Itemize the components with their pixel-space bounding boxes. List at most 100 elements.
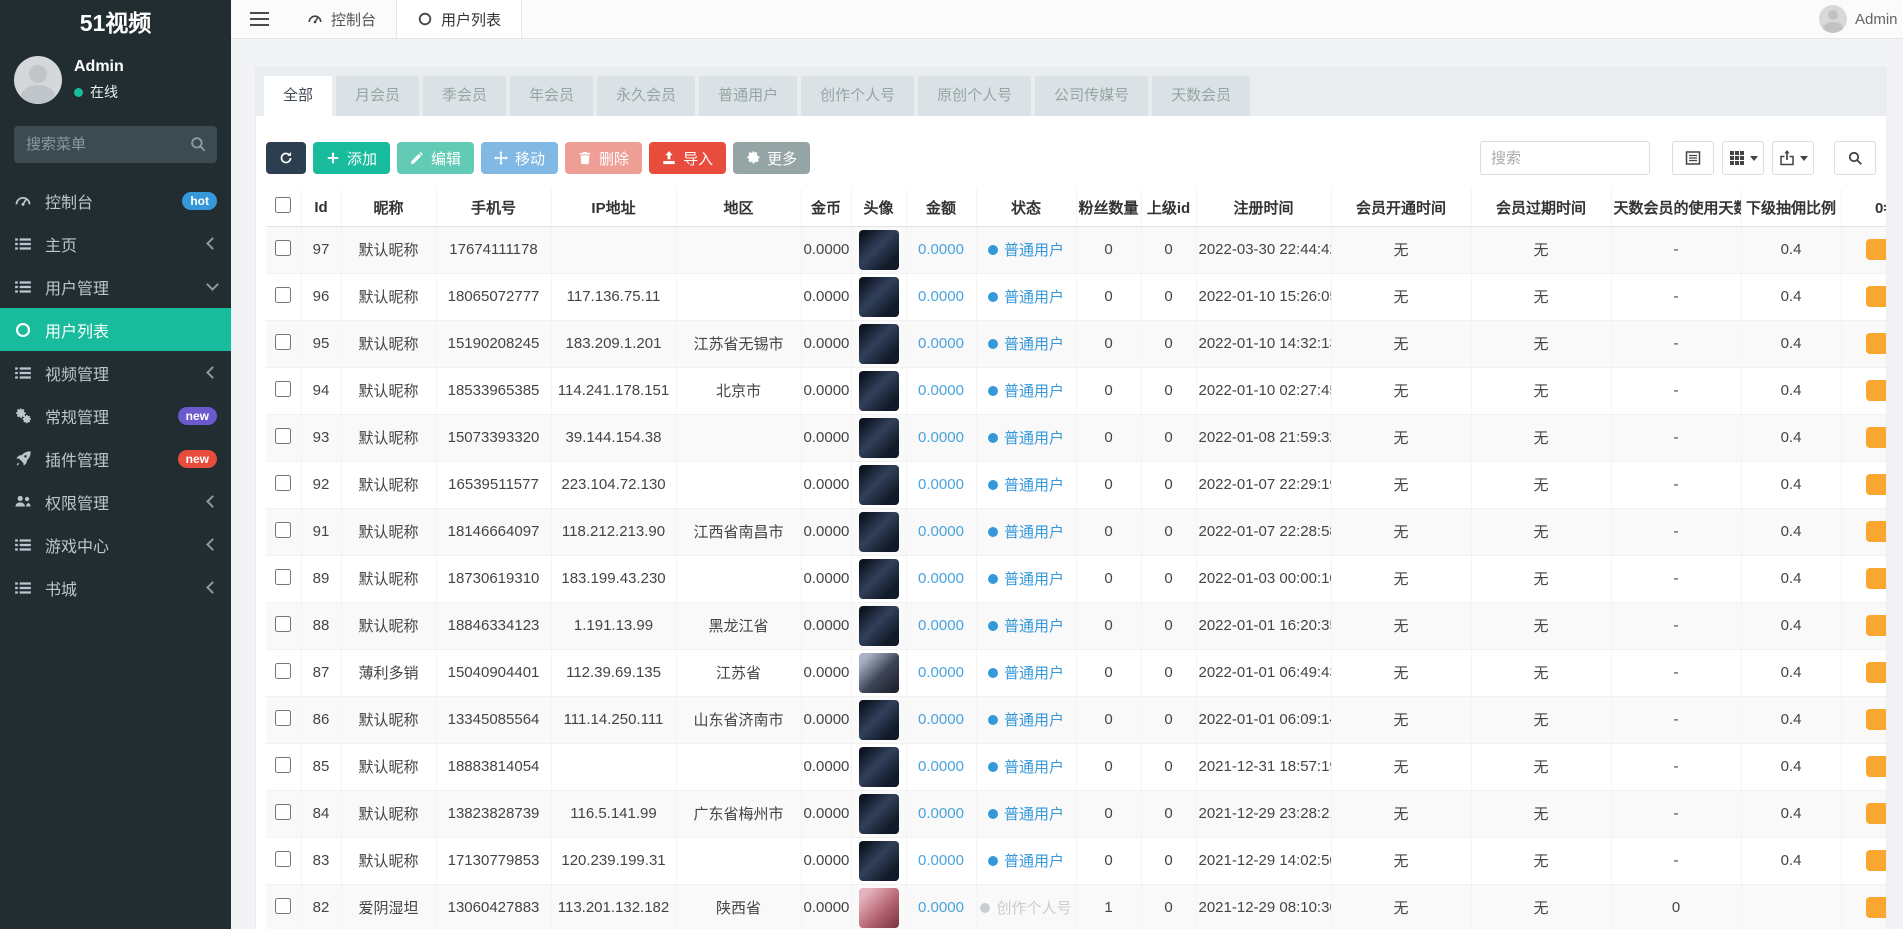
row-avatar[interactable] <box>859 653 899 693</box>
row-avatar[interactable] <box>859 559 899 599</box>
truncated-badge[interactable] <box>1866 521 1887 542</box>
column-header[interactable]: 0=停 <box>1841 189 1886 226</box>
edit-button[interactable]: 编辑 <box>397 142 474 174</box>
import-button[interactable]: 导入 <box>649 142 726 174</box>
row-checkbox[interactable] <box>275 287 291 303</box>
column-header[interactable]: 地区 <box>676 189 801 226</box>
amount-link[interactable]: 0.0000 <box>918 241 964 258</box>
sidebar-item-8[interactable]: 权限管理 <box>0 480 231 523</box>
column-header[interactable]: Id <box>301 189 341 226</box>
more-button[interactable]: 更多 <box>733 142 810 174</box>
truncated-badge[interactable] <box>1866 474 1887 495</box>
truncated-badge[interactable] <box>1866 615 1887 636</box>
truncated-badge[interactable] <box>1866 709 1887 730</box>
detail-view-button[interactable] <box>1672 141 1714 175</box>
amount-link[interactable]: 0.0000 <box>918 335 964 352</box>
sidebar-item-9[interactable]: 游戏中心 <box>0 523 231 566</box>
user-avatar[interactable] <box>14 56 62 104</box>
column-header[interactable]: 金额 <box>906 189 976 226</box>
truncated-badge[interactable] <box>1866 380 1887 401</box>
row-avatar[interactable] <box>859 841 899 881</box>
row-checkbox[interactable] <box>275 334 291 350</box>
row-checkbox[interactable] <box>275 898 291 914</box>
sidebar-search-input[interactable] <box>14 126 217 163</box>
sidebar-item-10[interactable]: 书城 <box>0 566 231 609</box>
amount-link[interactable]: 0.0000 <box>918 288 964 305</box>
filter-tab-6[interactable]: 普通用户 <box>699 76 797 116</box>
row-avatar[interactable] <box>859 700 899 740</box>
column-header[interactable]: 会员开通时间 <box>1331 189 1471 226</box>
row-checkbox[interactable] <box>275 381 291 397</box>
column-header[interactable]: 上级id <box>1141 189 1196 226</box>
table-search-input[interactable] <box>1480 141 1650 175</box>
filter-tab-9[interactable]: 公司传媒号 <box>1035 76 1148 116</box>
row-checkbox[interactable] <box>275 240 291 256</box>
search-toggle-button[interactable] <box>1834 141 1876 175</box>
truncated-badge[interactable] <box>1866 286 1887 307</box>
amount-link[interactable]: 0.0000 <box>918 523 964 540</box>
row-avatar[interactable] <box>859 277 899 317</box>
amount-link[interactable]: 0.0000 <box>918 570 964 587</box>
column-header[interactable]: 注册时间 <box>1196 189 1331 226</box>
filter-tab-7[interactable]: 创作个人号 <box>801 76 914 116</box>
column-header[interactable]: 金币 <box>801 189 851 226</box>
column-header[interactable]: 头像 <box>851 189 906 226</box>
delete-button[interactable]: 删除 <box>565 142 642 174</box>
row-avatar[interactable] <box>859 512 899 552</box>
column-header[interactable]: 下级抽佣比例 <box>1741 189 1841 226</box>
row-checkbox[interactable] <box>275 475 291 491</box>
row-avatar[interactable] <box>859 465 899 505</box>
hamburger-menu-icon[interactable] <box>231 0 287 38</box>
topbar-tab-dashboard[interactable]: 控制台 <box>287 0 396 38</box>
column-header[interactable]: 昵称 <box>341 189 436 226</box>
amount-link[interactable]: 0.0000 <box>918 758 964 775</box>
column-header[interactable]: 天数会员的使用天数 <box>1611 189 1741 226</box>
filter-tab-3[interactable]: 季会员 <box>423 76 506 116</box>
row-checkbox[interactable] <box>275 569 291 585</box>
filter-tab-2[interactable]: 月会员 <box>336 76 419 116</box>
sidebar-item-7[interactable]: 插件管理new <box>0 437 231 480</box>
column-header[interactable]: 手机号 <box>436 189 551 226</box>
refresh-button[interactable] <box>266 142 306 174</box>
truncated-badge[interactable] <box>1866 850 1887 871</box>
amount-link[interactable]: 0.0000 <box>918 805 964 822</box>
truncated-badge[interactable] <box>1866 756 1887 777</box>
truncated-badge[interactable] <box>1866 897 1887 918</box>
truncated-badge[interactable] <box>1866 803 1887 824</box>
amount-link[interactable]: 0.0000 <box>918 382 964 399</box>
filter-tab-8[interactable]: 原创个人号 <box>918 76 1031 116</box>
sidebar-item-2[interactable]: 主页 <box>0 222 231 265</box>
truncated-badge[interactable] <box>1866 239 1887 260</box>
select-all-checkbox[interactable] <box>275 197 291 213</box>
row-checkbox[interactable] <box>275 851 291 867</box>
row-avatar[interactable] <box>859 794 899 834</box>
row-avatar[interactable] <box>859 888 899 928</box>
sidebar-item-5[interactable]: 视频管理 <box>0 351 231 394</box>
topbar-tab-user-list[interactable]: 用户列表 <box>396 0 522 38</box>
amount-link[interactable]: 0.0000 <box>918 899 964 916</box>
row-avatar[interactable] <box>859 606 899 646</box>
filter-tab-5[interactable]: 永久会员 <box>597 76 695 116</box>
row-avatar[interactable] <box>859 324 899 364</box>
filter-tab-10[interactable]: 天数会员 <box>1152 76 1250 116</box>
columns-view-button[interactable] <box>1722 141 1764 175</box>
sidebar-item-1[interactable]: 控制台hot <box>0 179 231 222</box>
amount-link[interactable]: 0.0000 <box>918 617 964 634</box>
sidebar-item-3[interactable]: 用户管理 <box>0 265 231 308</box>
row-avatar[interactable] <box>859 371 899 411</box>
add-button[interactable]: 添加 <box>313 142 390 174</box>
row-checkbox[interactable] <box>275 710 291 726</box>
column-header[interactable]: 粉丝数量 <box>1076 189 1141 226</box>
row-checkbox[interactable] <box>275 804 291 820</box>
row-avatar[interactable] <box>859 418 899 458</box>
filter-tab-1[interactable]: 全部 <box>264 76 332 116</box>
amount-link[interactable]: 0.0000 <box>918 476 964 493</box>
sidebar-item-4[interactable]: 用户列表 <box>0 308 231 351</box>
amount-link[interactable]: 0.0000 <box>918 664 964 681</box>
row-checkbox[interactable] <box>275 522 291 538</box>
move-button[interactable]: 移动 <box>481 142 558 174</box>
amount-link[interactable]: 0.0000 <box>918 852 964 869</box>
row-avatar[interactable] <box>859 747 899 787</box>
column-header[interactable]: 状态 <box>976 189 1076 226</box>
row-checkbox[interactable] <box>275 663 291 679</box>
